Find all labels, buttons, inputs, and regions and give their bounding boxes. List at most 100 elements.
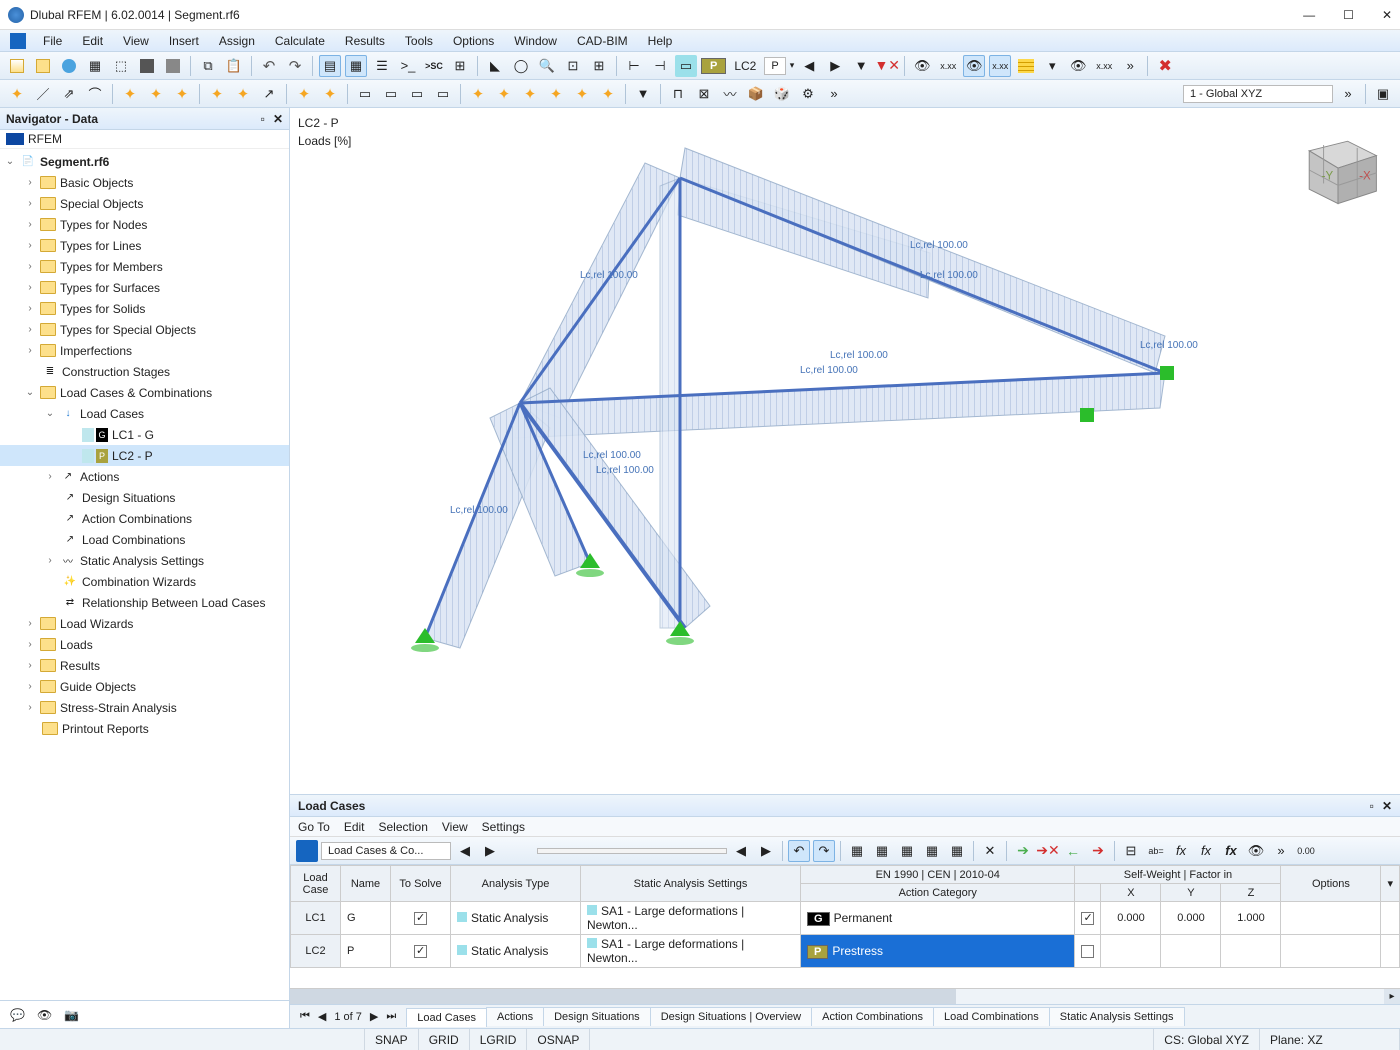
filter-button[interactable]: ▼ (850, 55, 872, 77)
surface3-button[interactable]: ↗ (258, 83, 280, 105)
expand-icon[interactable]: › (24, 198, 36, 209)
expand-icon[interactable]: › (24, 618, 36, 629)
tab-action-combinations[interactable]: Action Combinations (811, 1007, 934, 1026)
sym4-button[interactable]: 📦 (745, 83, 767, 105)
th-sas[interactable]: Static Analysis Settings (581, 866, 801, 902)
menu-results[interactable]: Results (336, 32, 394, 50)
res4-button[interactable]: ✦ (545, 83, 567, 105)
zoom-button[interactable]: 🔍 (536, 55, 558, 77)
panel-more[interactable]: » (1270, 840, 1292, 862)
delete-red-button[interactable]: ✖ (1154, 55, 1176, 77)
panel-del[interactable]: ✕ (979, 840, 1001, 862)
load1-button[interactable]: ✦ (293, 83, 315, 105)
expand-icon[interactable]: › (24, 303, 36, 314)
panel-grid2[interactable]: ▦ (871, 840, 893, 862)
expand-icon[interactable]: › (24, 681, 36, 692)
tree-guide-objects[interactable]: Guide Objects (60, 680, 136, 694)
th-y[interactable]: Y (1161, 884, 1221, 902)
panel-import-red[interactable]: ➔ (1087, 840, 1109, 862)
panel-menu-edit[interactable]: Edit (344, 820, 365, 834)
dim3-button[interactable]: x.xx (1093, 55, 1115, 77)
tree-load-combinations[interactable]: Load Combinations (82, 533, 185, 547)
save-button[interactable] (136, 55, 158, 77)
copy-button[interactable]: ⧉ (197, 55, 219, 77)
table-view-button[interactable]: ▤ (319, 55, 341, 77)
tree-load-cases-combinations[interactable]: Load Cases & Combinations (60, 386, 212, 400)
navigator-pin-icon[interactable]: ▫ (261, 112, 265, 126)
th-options[interactable]: Options (1281, 866, 1381, 902)
checkbox[interactable] (1081, 912, 1094, 925)
sym1-button[interactable]: ⊓ (667, 83, 689, 105)
res2-button[interactable]: ✦ (493, 83, 515, 105)
panel-fx2[interactable]: fx (1195, 840, 1217, 862)
data-view-button[interactable]: ▦ (345, 55, 367, 77)
zoom-window-button[interactable]: ⊡ (562, 55, 584, 77)
load-cases-table[interactable]: Load Case Name To Solve Analysis Type St… (290, 865, 1400, 988)
menu-cadbim[interactable]: CAD-BIM (568, 32, 637, 50)
panel-search-next[interactable]: ▶ (755, 840, 777, 862)
sym5-button[interactable]: 🎲 (771, 83, 793, 105)
sym6-button[interactable]: ⚙ (797, 83, 819, 105)
obj3-button[interactable]: ▭ (406, 83, 428, 105)
arrow-btn[interactable]: ▾ (1041, 55, 1063, 77)
lc-dropdown[interactable]: P (764, 57, 785, 75)
load2-button[interactable]: ✦ (319, 83, 341, 105)
status-osnap[interactable]: OSNAP (527, 1029, 590, 1050)
tree-construction-stages[interactable]: Construction Stages (62, 365, 170, 379)
tree-relationship[interactable]: Relationship Between Load Cases (82, 596, 265, 610)
expand-icon[interactable]: › (24, 324, 36, 335)
panel-precision[interactable]: 0.00 (1295, 840, 1317, 862)
menu-window[interactable]: Window (505, 32, 566, 50)
panel-menu-selection[interactable]: Selection (379, 820, 428, 834)
menu-calculate[interactable]: Calculate (266, 32, 334, 50)
open-button[interactable] (32, 55, 54, 77)
print-button[interactable] (162, 55, 184, 77)
th-x[interactable]: X (1101, 884, 1161, 902)
panel-eye[interactable]: 👁 (1245, 840, 1267, 862)
surface-button[interactable]: ✦ (206, 83, 228, 105)
expand-icon[interactable]: › (24, 282, 36, 293)
th-action-cat[interactable]: Action Category (801, 884, 1075, 902)
th-load-case[interactable]: Load Case (291, 866, 341, 902)
tree-action-combinations[interactable]: Action Combinations (82, 512, 192, 526)
redo-button[interactable]: ↷ (284, 55, 306, 77)
refresh-button[interactable] (58, 55, 80, 77)
expand-icon[interactable]: › (44, 555, 56, 566)
obj2-button[interactable]: ▭ (380, 83, 402, 105)
coordinate-system-dropdown[interactable]: 1 - Global XYZ (1183, 85, 1333, 103)
expand-icon[interactable]: › (24, 240, 36, 251)
expand-icon[interactable]: › (24, 219, 36, 230)
menu-view[interactable]: View (114, 32, 158, 50)
list-view-button[interactable]: ☰ (371, 55, 393, 77)
grid-snap-button[interactable]: ⊞ (588, 55, 610, 77)
tree-printout[interactable]: Printout Reports (62, 722, 149, 736)
more2-button[interactable]: » (823, 83, 845, 105)
dim-button[interactable]: x.xx (937, 55, 959, 77)
tab-load-cases[interactable]: Load Cases (406, 1008, 487, 1027)
block-button[interactable]: ▦ (84, 55, 106, 77)
menu-file[interactable]: File (34, 32, 71, 50)
view2-button[interactable]: 👁 (963, 55, 985, 77)
status-grid[interactable]: GRID (419, 1029, 470, 1050)
expand-icon[interactable]: › (24, 345, 36, 356)
panel-redo[interactable]: ↷ (813, 840, 835, 862)
th-to-solve[interactable]: To Solve (391, 866, 451, 902)
panel-next[interactable]: ▶ (479, 840, 501, 862)
line2-button[interactable]: ⇗ (58, 83, 80, 105)
tab-design-situations[interactable]: Design Situations (543, 1007, 651, 1026)
expand-icon[interactable]: ⌄ (44, 408, 56, 419)
tree-file[interactable]: Segment.rf6 (40, 155, 109, 169)
undo-button[interactable]: ↶ (258, 55, 280, 77)
res6-button[interactable]: ✦ (597, 83, 619, 105)
panel-grid5[interactable]: ▦ (946, 840, 968, 862)
tree-basic-objects[interactable]: Basic Objects (60, 176, 133, 190)
th-name[interactable]: Name (341, 866, 391, 902)
member3-button[interactable]: ✦ (171, 83, 193, 105)
eye3-button[interactable]: 👁 (1067, 55, 1089, 77)
expand-icon[interactable]: ⌄ (4, 156, 16, 167)
clear-filter-button[interactable]: ▼✕ (876, 55, 898, 77)
tree-types-surfaces[interactable]: Types for Surfaces (60, 281, 160, 295)
expand-icon[interactable]: › (24, 702, 36, 713)
paste-button[interactable]: 📋 (223, 55, 245, 77)
tab-design-situations-overview[interactable]: Design Situations | Overview (650, 1007, 812, 1026)
